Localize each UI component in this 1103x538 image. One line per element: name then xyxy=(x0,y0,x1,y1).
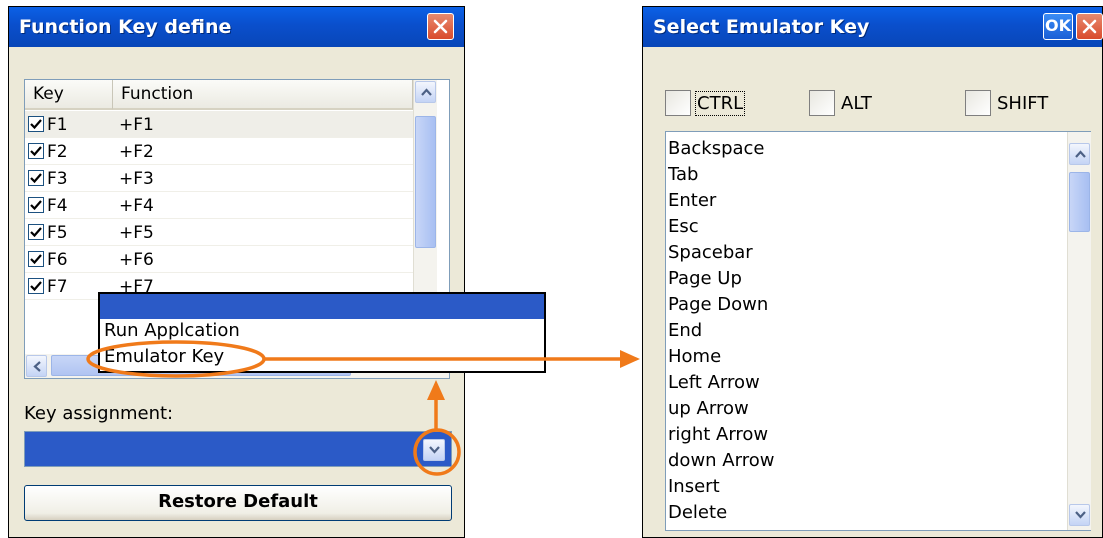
restore-default-button[interactable]: Restore Default xyxy=(24,485,452,521)
list-item[interactable]: Left Arrow xyxy=(668,372,760,393)
list-item[interactable]: Page Down xyxy=(668,294,768,315)
column-header-key[interactable]: Key xyxy=(25,80,113,110)
shift-label: SHIFT xyxy=(997,93,1049,114)
dialog-title: Select Emulator Key xyxy=(653,16,870,38)
list-vertical-scrollbar[interactable] xyxy=(1067,132,1091,530)
chevron-up-icon xyxy=(1075,150,1086,158)
list-item[interactable]: Spacebar xyxy=(668,242,753,263)
close-icon xyxy=(433,19,448,34)
table-row[interactable]: F1 +F1 xyxy=(25,111,413,138)
close-icon xyxy=(1082,19,1097,34)
chevron-down-icon xyxy=(1075,511,1086,519)
row-key: F3 xyxy=(47,169,68,189)
table-row[interactable]: F4 +F4 xyxy=(25,192,413,219)
close-button[interactable] xyxy=(1076,13,1103,40)
function-type-menu: Run Applcation Emulator Key xyxy=(98,292,546,373)
column-header-function[interactable]: Function xyxy=(113,80,413,110)
scroll-up-button[interactable] xyxy=(1069,143,1090,165)
checkbox-box[interactable] xyxy=(665,90,691,116)
row-checkbox[interactable] xyxy=(28,251,44,267)
scroll-thumb[interactable] xyxy=(1069,172,1090,232)
select-emulator-key-dialog: Select Emulator Key OK CTRL ALT SHIFT Ba… xyxy=(642,6,1103,538)
checkmark-icon xyxy=(30,119,42,130)
key-assignment-combobox[interactable] xyxy=(24,431,452,467)
checkmark-icon xyxy=(30,200,42,211)
row-key: F2 xyxy=(47,142,68,162)
checkmark-icon xyxy=(30,227,42,238)
function-key-define-dialog: Function Key define Key Function F1 +F1 F2… xyxy=(8,6,465,538)
list-item[interactable]: down Arrow xyxy=(668,450,774,471)
chevron-up-icon xyxy=(421,88,432,96)
list-item[interactable]: Page Up xyxy=(668,268,742,289)
menu-item-run-application[interactable]: Run Applcation xyxy=(104,320,240,341)
list-item[interactable]: right Arrow xyxy=(668,424,768,445)
alt-label: ALT xyxy=(841,93,872,114)
checkmark-icon xyxy=(30,146,42,157)
list-item[interactable]: End xyxy=(668,320,702,341)
title-bar: Function Key define xyxy=(9,7,464,47)
scroll-thumb[interactable] xyxy=(415,116,436,248)
key-assignment-label: Key assignment: xyxy=(24,403,174,424)
table-row[interactable]: F2 +F2 xyxy=(25,138,413,165)
list-item[interactable]: Enter xyxy=(668,190,716,211)
row-checkbox[interactable] xyxy=(28,170,44,186)
dialog-title: Function Key define xyxy=(19,16,232,38)
row-checkbox[interactable] xyxy=(28,116,44,132)
scroll-down-button[interactable] xyxy=(1069,504,1090,526)
connector-arrow-head xyxy=(620,350,640,368)
row-key: F6 xyxy=(47,250,68,270)
checkmark-icon xyxy=(30,254,42,265)
row-checkbox[interactable] xyxy=(28,197,44,213)
table-row[interactable]: F5 +F5 xyxy=(25,219,413,246)
table-row[interactable]: F6 +F6 xyxy=(25,246,413,273)
scroll-up-button[interactable] xyxy=(415,81,436,103)
chevron-left-icon xyxy=(33,361,41,372)
scroll-left-button[interactable] xyxy=(26,355,47,377)
checkmark-icon xyxy=(30,281,42,292)
row-key: F5 xyxy=(47,223,68,243)
emulator-key-list: Backspace Tab Enter Esc Spacebar Page Up Page … xyxy=(665,131,1091,531)
row-checkbox[interactable] xyxy=(28,224,44,240)
list-item[interactable]: Home xyxy=(668,346,721,367)
checkmark-icon xyxy=(30,173,42,184)
chevron-down-icon xyxy=(429,446,440,454)
ok-button[interactable]: OK xyxy=(1043,13,1073,40)
ctrl-label: CTRL xyxy=(694,91,746,116)
list-item[interactable]: up Arrow xyxy=(668,398,749,419)
row-key: F7 xyxy=(47,277,68,297)
close-button[interactable] xyxy=(427,13,454,40)
menu-item-emulator-key[interactable]: Emulator Key xyxy=(104,346,224,367)
row-function: +F2 xyxy=(119,142,154,162)
list-item[interactable]: Esc xyxy=(668,216,699,237)
title-bar: Select Emulator Key OK xyxy=(643,7,1103,47)
row-key: F4 xyxy=(47,196,68,216)
list-item[interactable]: Backspace xyxy=(668,138,765,159)
row-function: +F3 xyxy=(119,169,154,189)
checkbox-box[interactable] xyxy=(965,90,991,116)
row-function: +F1 xyxy=(119,115,154,135)
dropdown-button[interactable] xyxy=(423,439,445,461)
list-item[interactable]: Insert xyxy=(668,476,720,497)
table-row[interactable]: F3 +F3 xyxy=(25,165,413,192)
list-item[interactable]: Delete xyxy=(668,502,727,523)
row-function: +F5 xyxy=(119,223,154,243)
row-function: +F4 xyxy=(119,196,154,216)
checkbox-box[interactable] xyxy=(809,90,835,116)
row-checkbox[interactable] xyxy=(28,143,44,159)
list-item[interactable]: Tab xyxy=(668,164,698,185)
menu-item-blank[interactable] xyxy=(100,294,544,319)
row-function: +F6 xyxy=(119,250,154,270)
row-key: F1 xyxy=(47,115,68,135)
row-checkbox[interactable] xyxy=(28,278,44,294)
